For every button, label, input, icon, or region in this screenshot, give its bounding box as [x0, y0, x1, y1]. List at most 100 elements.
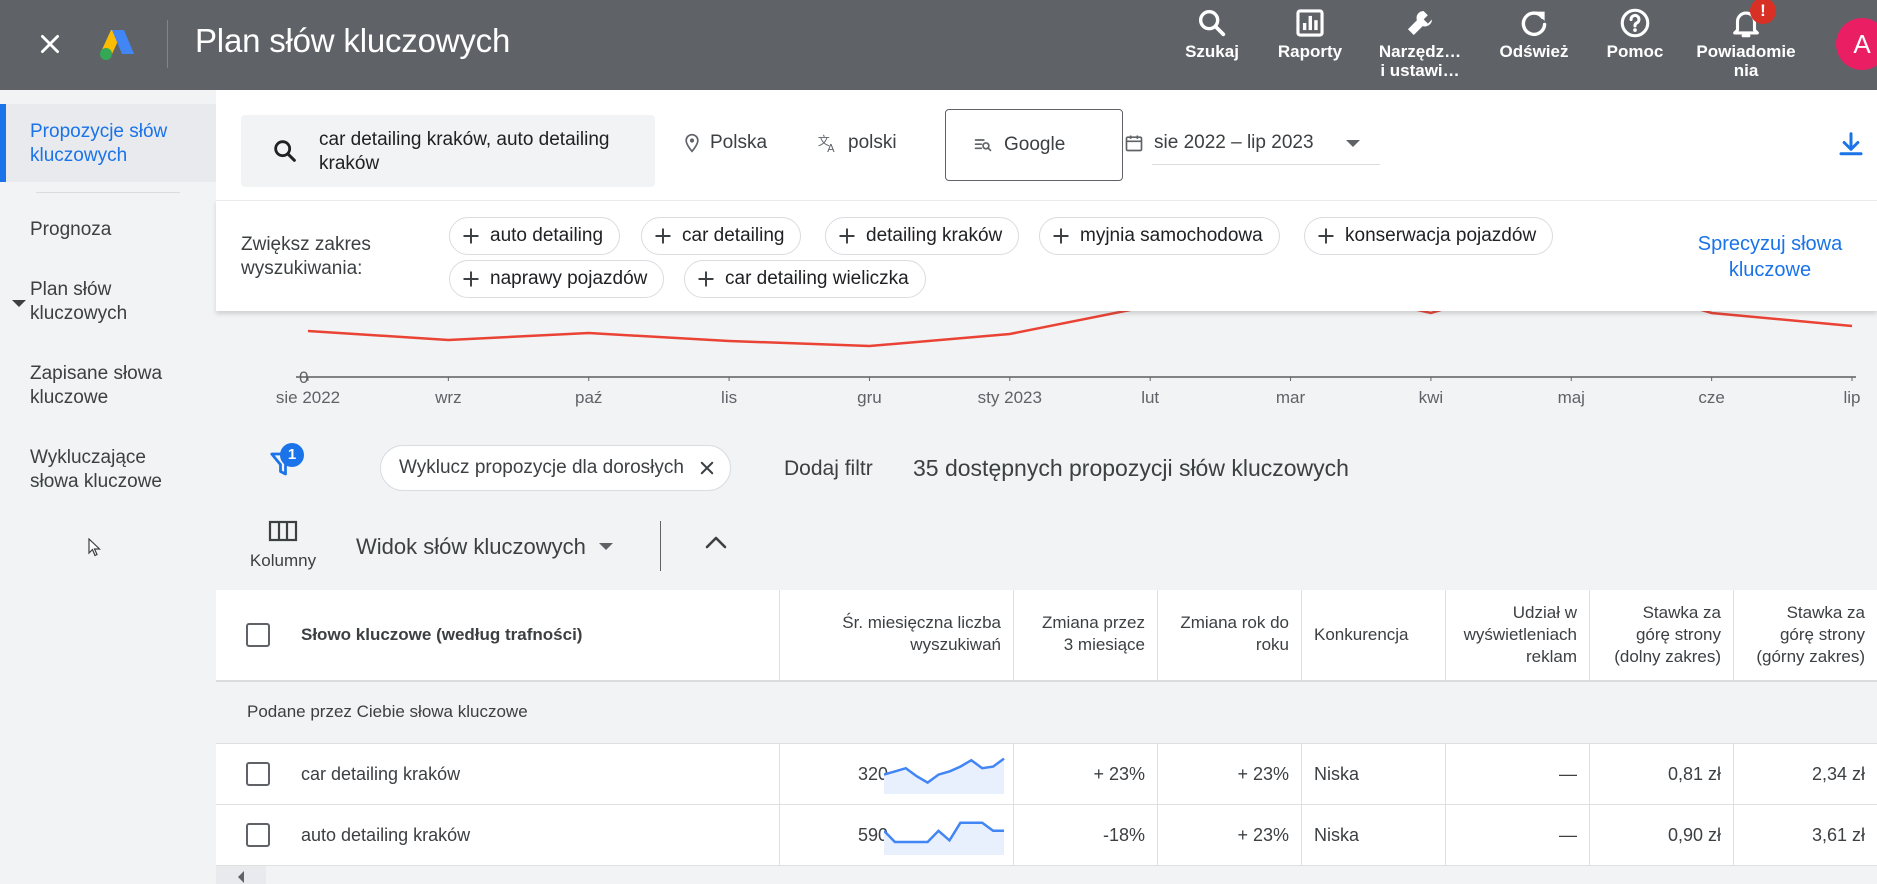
- header-label: Konkurencja: [1314, 625, 1409, 644]
- column-header-competition[interactable]: Konkurencja: [1302, 590, 1446, 682]
- location-pin-icon: [685, 133, 699, 153]
- language-label: polski: [848, 132, 897, 153]
- google-ads-logo: [100, 30, 134, 60]
- date-range-selector[interactable]: sie 2022 – lip 2023: [1124, 132, 1380, 165]
- broaden-chip-label: car detailing wieliczka: [725, 268, 909, 289]
- broaden-chip[interactable]: car detailing: [641, 217, 802, 255]
- broaden-chip[interactable]: auto detailing: [449, 217, 621, 255]
- columns-icon: [268, 520, 298, 542]
- trend-sparkline[interactable]: [884, 815, 1006, 857]
- x-tick-label: lis: [721, 388, 738, 407]
- mouse-cursor-icon: [88, 538, 101, 557]
- sidebar-item-negative-keywords[interactable]: Wykluczające słowa kluczowe: [30, 446, 162, 494]
- tools-settings-button[interactable]: Narzędz… i ustawi…: [1360, 4, 1480, 80]
- broaden-search-panel: Zwiększ zakres wyszukiwania: auto detail…: [216, 200, 1877, 311]
- close-button[interactable]: [30, 24, 70, 64]
- header-label: roku: [1255, 635, 1289, 654]
- column-header-bid-high[interactable]: Stawka za górę strony (górny zakres): [1734, 590, 1877, 682]
- select-all-checkbox[interactable]: [246, 623, 270, 647]
- broaden-chip[interactable]: konserwacja pojazdów: [1304, 217, 1554, 255]
- language-selector[interactable]: 文A polski: [816, 132, 897, 154]
- avatar[interactable]: A: [1836, 18, 1877, 70]
- column-header-change-3m[interactable]: Zmiana przez 3 miesiące: [1014, 590, 1158, 682]
- add-filter-button[interactable]: Dodaj filtr: [784, 457, 873, 481]
- available-ideas-count: 35 dostępnych propozycji słów kluczowych: [913, 455, 1349, 481]
- reports-icon: [1296, 9, 1324, 37]
- broaden-chip[interactable]: detailing kraków: [825, 217, 1020, 255]
- title-divider: [167, 20, 168, 68]
- keyword-search-input[interactable]: car detailing kraków, auto detailing kra…: [241, 115, 655, 187]
- top-bar: Plan słów kluczowych Szukaj Raporty Narz…: [0, 0, 1877, 90]
- expand-caret-icon[interactable]: [12, 300, 26, 307]
- help-label: Pomoc: [1606, 42, 1664, 61]
- tools-label-line2: i ustawi…: [1380, 61, 1460, 80]
- x-tick-label: kwi: [1418, 388, 1444, 407]
- header-label: 3 miesiące: [1063, 635, 1145, 654]
- reports-button[interactable]: Raporty: [1250, 4, 1370, 61]
- tools-label-line1: Narzędz…: [1378, 42, 1462, 61]
- bid-high-cell: 3,61 zł: [1811, 825, 1865, 845]
- sidebar-item-forecast[interactable]: Prognoza: [30, 218, 111, 242]
- keyword-text: car detailing kraków: [301, 764, 461, 784]
- x-tick-label: lut: [1141, 388, 1160, 407]
- wrench-icon: [1407, 10, 1433, 36]
- notifications-button[interactable]: ! Powiadomie nia: [1686, 0, 1806, 80]
- broaden-chip-label: konserwacja pojazdów: [1345, 225, 1537, 246]
- broaden-chip[interactable]: car detailing wieliczka: [684, 260, 926, 298]
- chevron-up-icon[interactable]: [704, 533, 728, 551]
- view-toolbar: Kolumny Widok słów kluczowych: [216, 499, 1877, 590]
- sidebar-item-label: Propozycje słów: [30, 121, 168, 142]
- keyword-view-dropdown[interactable]: Widok słów kluczowych: [356, 534, 614, 560]
- x-tick-label: sty 2023: [977, 388, 1042, 407]
- notifications-label-line2: nia: [1733, 61, 1759, 80]
- table-row[interactable]: auto detailing kraków 590 -18% + 23% Niska —0…: [216, 805, 1877, 866]
- broaden-chip[interactable]: naprawy pojazdów: [449, 260, 665, 298]
- row-checkbox[interactable]: [246, 762, 270, 786]
- header-label: górę strony: [1779, 625, 1865, 644]
- column-header-avg-searches[interactable]: Śr. miesięczna liczba wyszukiwań: [780, 590, 1014, 682]
- close-icon[interactable]: [698, 459, 716, 477]
- sidebar-item-label: Prognoza: [30, 219, 112, 240]
- sidebar-item-label: kluczowych: [30, 145, 128, 166]
- column-header-impression-share[interactable]: Udział w wyświetleniach reklam: [1446, 590, 1590, 682]
- chevron-left-icon: [238, 871, 244, 883]
- network-selector[interactable]: Google: [945, 109, 1123, 181]
- scrollbar-left-arrow[interactable]: [216, 866, 266, 884]
- refine-keywords-link[interactable]: Sprecyzuj słowa kluczowe: [1670, 231, 1870, 283]
- header-label: (dolny zakres): [1614, 647, 1721, 666]
- sidebar-item-keyword-ideas[interactable]: Propozycje słów kluczowych: [0, 104, 216, 182]
- column-header-bid-low[interactable]: Stawka za górę strony (dolny zakres): [1590, 590, 1734, 682]
- x-tick-label: lip: [1843, 388, 1861, 407]
- group-header-row: Podane przez Ciebie słowa kluczowe: [216, 682, 1877, 744]
- avg-searches-value: 320: [857, 764, 888, 784]
- page-title: Plan słów kluczowych: [195, 22, 511, 59]
- plus-icon: [655, 228, 671, 244]
- x-tick-label: sie 2022: [275, 388, 341, 407]
- adult-ideas-filter-chip[interactable]: Wyklucz propozycje dla dorosłych: [380, 445, 731, 491]
- row-checkbox[interactable]: [246, 823, 270, 847]
- sparkline-area: [884, 758, 1004, 794]
- plus-icon: [463, 228, 479, 244]
- columns-button[interactable]: Kolumny: [246, 519, 320, 571]
- table-row[interactable]: car detailing kraków 320 + 23% + 23% Niska —0…: [216, 744, 1877, 805]
- translate-icon: 文A: [818, 134, 835, 154]
- download-icon[interactable]: [1836, 130, 1866, 160]
- sidebar-item-saved-keywords[interactable]: Zapisane słowa kluczowe: [30, 362, 162, 410]
- broaden-chip[interactable]: myjnia samochodowa: [1039, 217, 1280, 255]
- columns-label: Kolumny: [249, 551, 317, 570]
- x-tick-label: mar: [1275, 388, 1306, 407]
- column-header-yoy-change[interactable]: Zmiana rok do roku: [1158, 590, 1302, 682]
- column-header-keyword[interactable]: Słowo kluczowe (według trafności): [216, 590, 780, 682]
- help-button[interactable]: Pomoc: [1575, 4, 1695, 61]
- search-volume-line: [307, 311, 1853, 348]
- sidebar-item-label: kluczowych: [30, 303, 128, 324]
- trend-sparkline[interactable]: [884, 754, 1006, 796]
- header-label: górę strony: [1635, 625, 1721, 644]
- location-selector[interactable]: Polska: [682, 132, 767, 154]
- sidebar-item-plan[interactable]: Plan słów kluczowych: [30, 278, 127, 326]
- search-volume-chart: 0 sie 2022 wrz paź lis gru sty 2023 lut mar kwi m…: [216, 311, 1877, 431]
- header-label: Zmiana przez: [1042, 613, 1145, 632]
- competition-cell: Niska: [1302, 805, 1446, 866]
- sparkline-area: [884, 822, 1004, 855]
- horizontal-scrollbar[interactable]: [216, 866, 1877, 884]
